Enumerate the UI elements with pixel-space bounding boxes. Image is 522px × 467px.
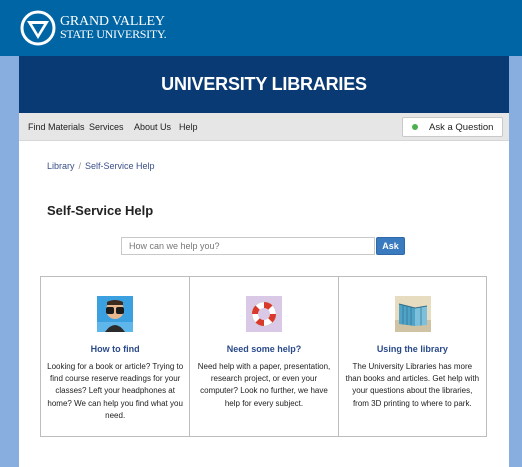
ask-a-question-button[interactable]: Ask a Question [402, 117, 503, 137]
panel-description: The University Libraries has more than b… [345, 362, 480, 408]
nav-about-us[interactable]: About Us [134, 113, 171, 141]
help-panels: How to find Looking for a book or articl… [40, 276, 487, 437]
panel-title[interactable]: Using the library [339, 344, 486, 354]
nav-help[interactable]: Help [179, 113, 198, 141]
binoculars-icon [97, 296, 133, 332]
main-nav: Find Materials Services About Us Help As… [19, 113, 509, 141]
gvsu-logo[interactable]: GRAND VALLEY STATE UNIVERSITY. [20, 10, 167, 46]
panel-title[interactable]: How to find [41, 344, 189, 354]
panel-how-to-find[interactable]: How to find Looking for a book or articl… [41, 277, 189, 436]
panel-title[interactable]: Need some help? [190, 344, 337, 354]
page-title: Self-Service Help [47, 203, 154, 218]
search-input[interactable] [121, 237, 375, 255]
online-status-icon [412, 124, 418, 130]
library-banner: UNIVERSITY LIBRARIES [19, 56, 509, 113]
banner-title[interactable]: UNIVERSITY LIBRARIES [161, 74, 367, 95]
content-card: Library / Self-Service Help Self-Service H… [19, 141, 509, 467]
breadcrumb-current[interactable]: Self-Service Help [85, 161, 155, 171]
panel-description: Looking for a book or article? Trying to… [47, 362, 184, 420]
panel-need-help[interactable]: Need some help? Need help with a paper, … [189, 277, 337, 436]
top-bar: GRAND VALLEY STATE UNIVERSITY. [0, 0, 522, 56]
panel-using-library[interactable]: Using the library The University Librari… [337, 277, 486, 436]
breadcrumb: Library / Self-Service Help [47, 161, 155, 171]
library-building-icon [394, 296, 431, 332]
breadcrumb-separator: / [78, 161, 82, 171]
nav-services[interactable]: Services [89, 113, 124, 141]
ask-button[interactable]: Ask [376, 237, 405, 255]
ask-a-question-label: Ask a Question [429, 121, 494, 133]
gvsu-shield-icon [20, 10, 56, 46]
nav-find-materials[interactable]: Find Materials [28, 113, 85, 141]
logo-line-2: STATE UNIVERSITY. [60, 27, 167, 41]
life-preserver-icon [246, 296, 283, 332]
breadcrumb-library-link[interactable]: Library [47, 161, 75, 171]
panel-description: Need help with a paper, presentation, re… [197, 362, 331, 408]
